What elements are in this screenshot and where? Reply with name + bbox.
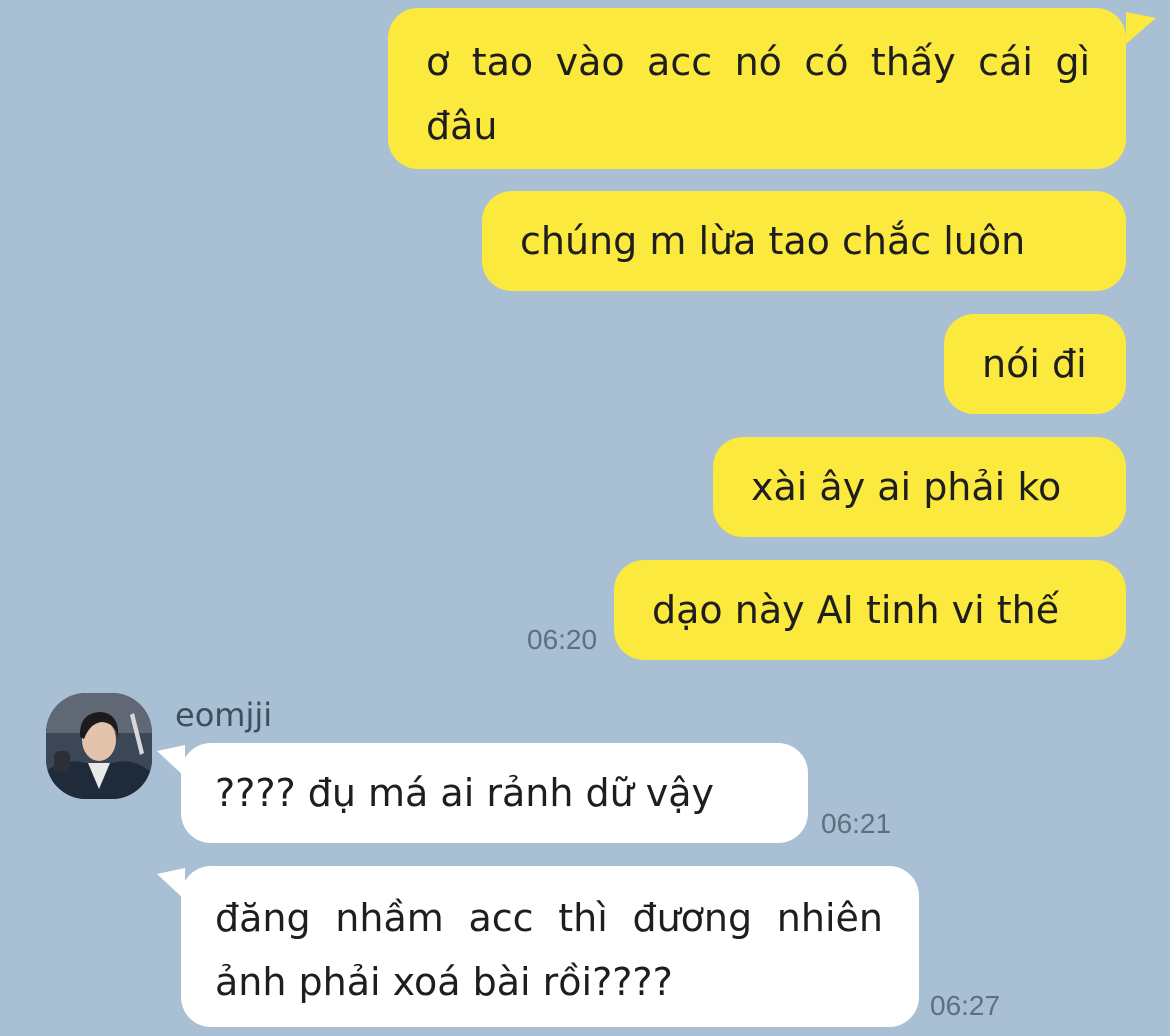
message-timestamp: 06:21 — [821, 808, 892, 839]
sender-name: eomjji — [175, 696, 273, 734]
message-timestamp: 06:27 — [930, 990, 1001, 1021]
outgoing-message-bubble[interactable]: nói đi — [944, 314, 1126, 414]
bubble-tail — [1126, 12, 1156, 44]
profile-photo-icon — [46, 693, 152, 799]
bubble-tail — [157, 745, 185, 777]
contact-avatar[interactable] — [46, 693, 152, 799]
outgoing-message-bubble[interactable]: ơ tao vào acc nó có thấy cái gì đâu — [388, 8, 1156, 169]
bubble-tail — [157, 868, 185, 900]
message-text: ơ tao vào acc nó có thấy cái gì đâu — [426, 40, 1090, 148]
message-text: nói đi — [982, 342, 1087, 386]
outgoing-message-bubble[interactable]: dạo này AI tinh vi thế — [614, 560, 1126, 660]
outgoing-message-bubble[interactable]: chúng m lừa tao chắc luôn — [482, 191, 1126, 291]
chat-thread: ơ tao vào acc nó có thấy cái gì đâu chún… — [0, 0, 1170, 1036]
incoming-message-bubble[interactable]: ???? đụ má ai rảnh dữ vậy — [157, 743, 808, 843]
message-text: chúng m lừa tao chắc luôn — [520, 219, 1026, 263]
message-text: ???? đụ má ai rảnh dữ vậy — [215, 771, 715, 815]
incoming-message-bubble[interactable]: đăng nhầm acc thì đương nhiên ảnh phải x… — [157, 866, 919, 1027]
message-text: dạo này AI tinh vi thế — [652, 588, 1060, 632]
outgoing-message-bubble[interactable]: xài ây ai phải ko — [713, 437, 1126, 537]
message-timestamp: 06:20 — [527, 624, 598, 655]
message-text: xài ây ai phải ko — [751, 465, 1062, 509]
message-text: đăng nhầm acc thì đương nhiên ảnh phải x… — [215, 896, 883, 1004]
